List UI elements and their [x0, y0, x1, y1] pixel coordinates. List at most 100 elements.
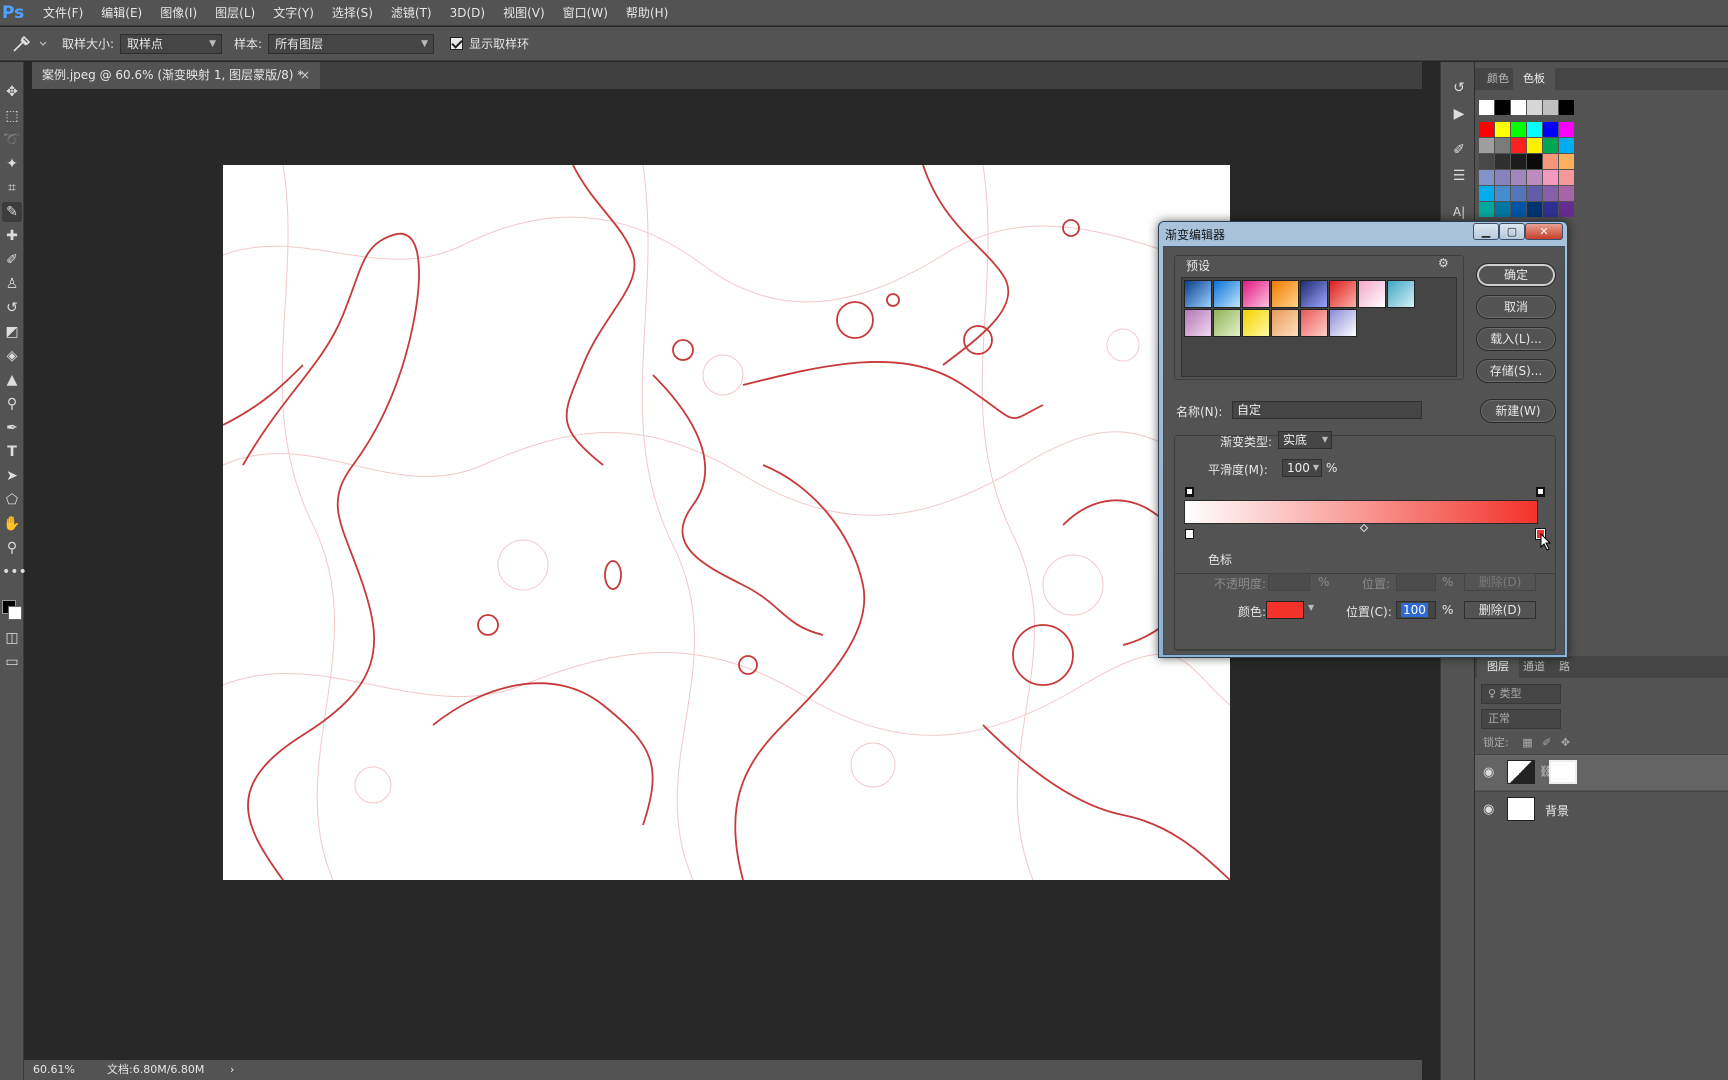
swatch-cell[interactable] — [1543, 100, 1558, 115]
menu-filter[interactable]: 滤镜(T) — [382, 0, 441, 26]
eraser-tool-icon[interactable]: ◩ — [2, 322, 22, 342]
character-panel-icon[interactable]: A| — [1449, 202, 1469, 222]
swatch-cell[interactable] — [1543, 186, 1558, 201]
gradient-preset-swatch[interactable] — [1329, 309, 1357, 337]
close-button[interactable]: ✕ — [1525, 223, 1563, 240]
chevron-down-icon[interactable]: ▼ — [1308, 603, 1314, 612]
more-tools-icon[interactable]: ••• — [2, 562, 27, 582]
swatch-cell[interactable] — [1527, 154, 1542, 169]
gradient-preset-swatch[interactable] — [1300, 280, 1328, 308]
swatch-cell[interactable] — [1511, 170, 1526, 185]
paint-bucket-tool-icon[interactable]: ◈ — [2, 346, 22, 366]
swatch-cell[interactable] — [1511, 154, 1526, 169]
opacity-location-field[interactable] — [1396, 573, 1436, 591]
zoom-tool-icon[interactable]: ⚲ — [2, 538, 22, 558]
quick-mask-icon[interactable]: ◫ — [2, 628, 22, 648]
swatch-cell[interactable] — [1495, 186, 1510, 201]
gradient-preset-swatch[interactable] — [1300, 309, 1328, 337]
shape-tool-icon[interactable]: ⬠ — [2, 490, 22, 510]
chevron-down-icon[interactable]: ▼ — [1313, 460, 1319, 476]
smoothness-field[interactable]: 100 ▼ — [1282, 459, 1322, 477]
swatch-cell[interactable] — [1559, 122, 1574, 137]
opacity-stop-left[interactable] — [1185, 487, 1194, 497]
gradient-preset-swatch[interactable] — [1184, 309, 1212, 337]
layer-row-background[interactable]: ◉ 背景 — [1475, 791, 1728, 827]
swatch-cell[interactable] — [1543, 122, 1558, 137]
tab-paths[interactable]: 路 — [1549, 656, 1580, 678]
tab-swatches[interactable]: 色板 — [1513, 68, 1555, 90]
swatch-cell[interactable] — [1479, 202, 1494, 217]
load-button[interactable]: 载入(L)... — [1476, 327, 1556, 351]
history-brush-tool-icon[interactable]: ↺ — [2, 298, 22, 318]
gradient-preset-swatch[interactable] — [1271, 280, 1299, 308]
gradient-preview-bar[interactable] — [1184, 500, 1538, 524]
sample-size-select[interactable]: 取样点 ▼ — [120, 33, 223, 54]
swatch-cell[interactable] — [1527, 170, 1542, 185]
gradient-preset-swatch[interactable] — [1387, 280, 1415, 308]
eyedropper-tool-icon[interactable]: ✎ — [2, 202, 22, 222]
background-color-swatch[interactable] — [8, 606, 22, 620]
swatch-cell[interactable] — [1479, 170, 1494, 185]
swatch-cell[interactable] — [1559, 202, 1574, 217]
swatch-cell[interactable] — [1479, 122, 1494, 137]
marquee-tool-icon[interactable]: ⬚ — [2, 106, 22, 126]
new-button[interactable]: 新建(W) — [1480, 399, 1556, 423]
lock-transparent-icon[interactable]: ▦ — [1522, 736, 1532, 749]
screen-mode-icon[interactable]: ▭ — [2, 652, 22, 672]
delete-color-stop-button[interactable]: 删除(D) — [1464, 601, 1536, 619]
swatch-cell[interactable] — [1527, 138, 1542, 153]
swatch-cell[interactable] — [1479, 186, 1494, 201]
maximize-button[interactable]: ▢ — [1499, 223, 1525, 240]
minimize-button[interactable]: ▁ — [1473, 223, 1499, 240]
lock-brush-icon[interactable]: ✐ — [1542, 736, 1551, 749]
menu-select[interactable]: 选择(S) — [323, 0, 382, 26]
opacity-field[interactable] — [1268, 573, 1310, 591]
swatch-cell[interactable] — [1511, 138, 1526, 153]
menu-3d[interactable]: 3D(D) — [441, 0, 494, 26]
swatch-cell[interactable] — [1543, 202, 1558, 217]
layer-filter-input[interactable]: ♀ 类型 — [1481, 684, 1561, 704]
sample-select[interactable]: 所有图层 ▼ — [268, 33, 435, 54]
swatch-cell[interactable] — [1495, 154, 1510, 169]
eye-icon[interactable]: ◉ — [1483, 802, 1494, 817]
document-canvas-image[interactable] — [223, 165, 1230, 880]
crop-tool-icon[interactable]: ⌗ — [2, 178, 22, 198]
layer-mask-thumbnail[interactable] — [1549, 760, 1577, 784]
swatch-cell[interactable] — [1511, 186, 1526, 201]
close-tab-icon[interactable]: × — [300, 62, 310, 89]
swatch-cell[interactable] — [1479, 154, 1494, 169]
gradient-preset-swatch[interactable] — [1329, 280, 1357, 308]
gradient-type-select[interactable]: 实底 ▼ — [1278, 431, 1332, 449]
swatch-cell[interactable] — [1511, 202, 1526, 217]
menu-edit[interactable]: 编辑(E) — [92, 0, 151, 26]
eyedropper-tool-preset-icon[interactable] — [8, 32, 52, 56]
blur-tool-icon[interactable]: ▲ — [2, 370, 22, 390]
menu-layer[interactable]: 图层(L) — [206, 0, 264, 26]
swatch-cell[interactable] — [1511, 122, 1526, 137]
dodge-tool-icon[interactable]: ⚲ — [2, 394, 22, 414]
swatch-cell[interactable] — [1511, 100, 1526, 115]
swatch-cell[interactable] — [1559, 154, 1574, 169]
menu-type[interactable]: 文字(Y) — [264, 0, 323, 26]
move-tool-icon[interactable]: ✥ — [2, 82, 22, 102]
cancel-button[interactable]: 取消 — [1476, 295, 1556, 319]
gradient-preset-swatch[interactable] — [1242, 280, 1270, 308]
zoom-level[interactable]: 60.61% — [33, 1060, 75, 1080]
gradient-preset-swatch[interactable] — [1184, 280, 1212, 308]
type-tool-icon[interactable]: T — [2, 442, 22, 462]
color-stop-left[interactable] — [1185, 529, 1194, 539]
swatch-cell[interactable] — [1543, 138, 1558, 153]
swatch-cell[interactable] — [1495, 138, 1510, 153]
swatch-cell[interactable] — [1559, 186, 1574, 201]
swatch-cell[interactable] — [1495, 100, 1510, 115]
healing-tool-icon[interactable]: ✚ — [2, 226, 22, 246]
swatch-cell[interactable] — [1527, 100, 1542, 115]
lasso-tool-icon[interactable]: ➰ — [2, 130, 22, 150]
stamp-tool-icon[interactable]: ♙ — [2, 274, 22, 294]
menu-file[interactable]: 文件(F) — [34, 0, 92, 26]
swatch-cell[interactable] — [1559, 100, 1574, 115]
menu-help[interactable]: 帮助(H) — [617, 0, 677, 26]
gradient-preset-swatch[interactable] — [1271, 309, 1299, 337]
name-field[interactable]: 自定 — [1232, 401, 1422, 419]
opacity-stop-right[interactable] — [1536, 487, 1545, 497]
